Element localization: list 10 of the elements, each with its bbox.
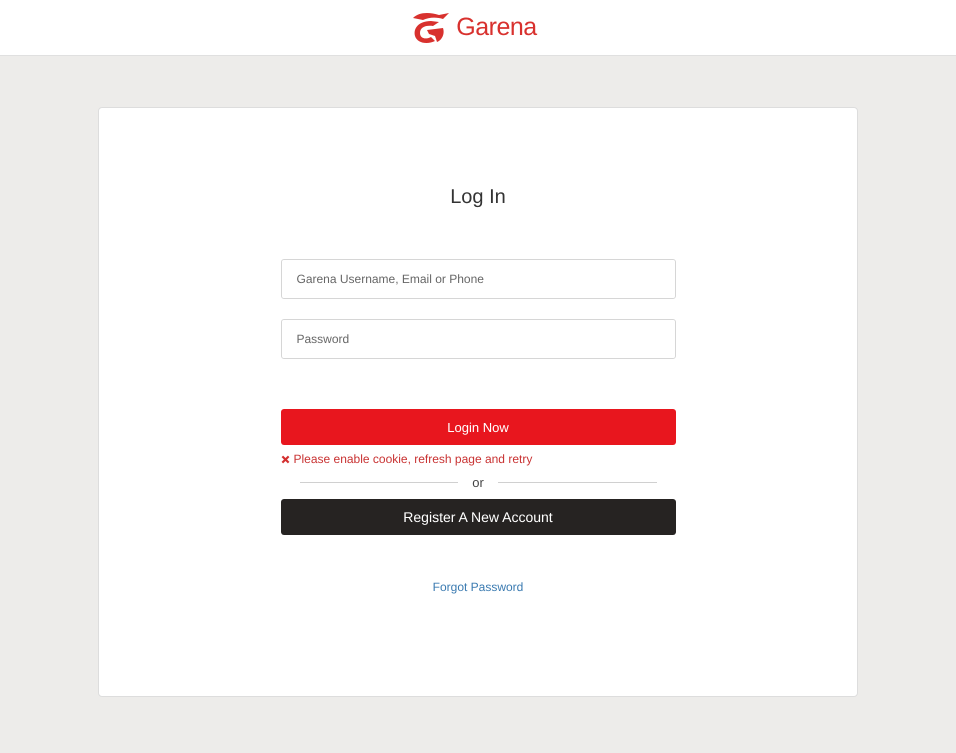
register-button[interactable]: Register A New Account (280, 499, 676, 535)
brand-name: Garena (456, 13, 537, 42)
username-field[interactable]: Garena Username, Email or Phone (280, 259, 676, 299)
error-message: Please enable cookie, refresh page and retry (294, 452, 532, 466)
error-icon (280, 454, 290, 464)
forgot-password-link[interactable]: Forgot Password (432, 580, 524, 594)
password-field[interactable]: Password (280, 319, 676, 359)
form-title: Log In (450, 186, 506, 209)
separator-text: or (472, 475, 484, 490)
login-button[interactable]: Login Now (280, 409, 676, 445)
